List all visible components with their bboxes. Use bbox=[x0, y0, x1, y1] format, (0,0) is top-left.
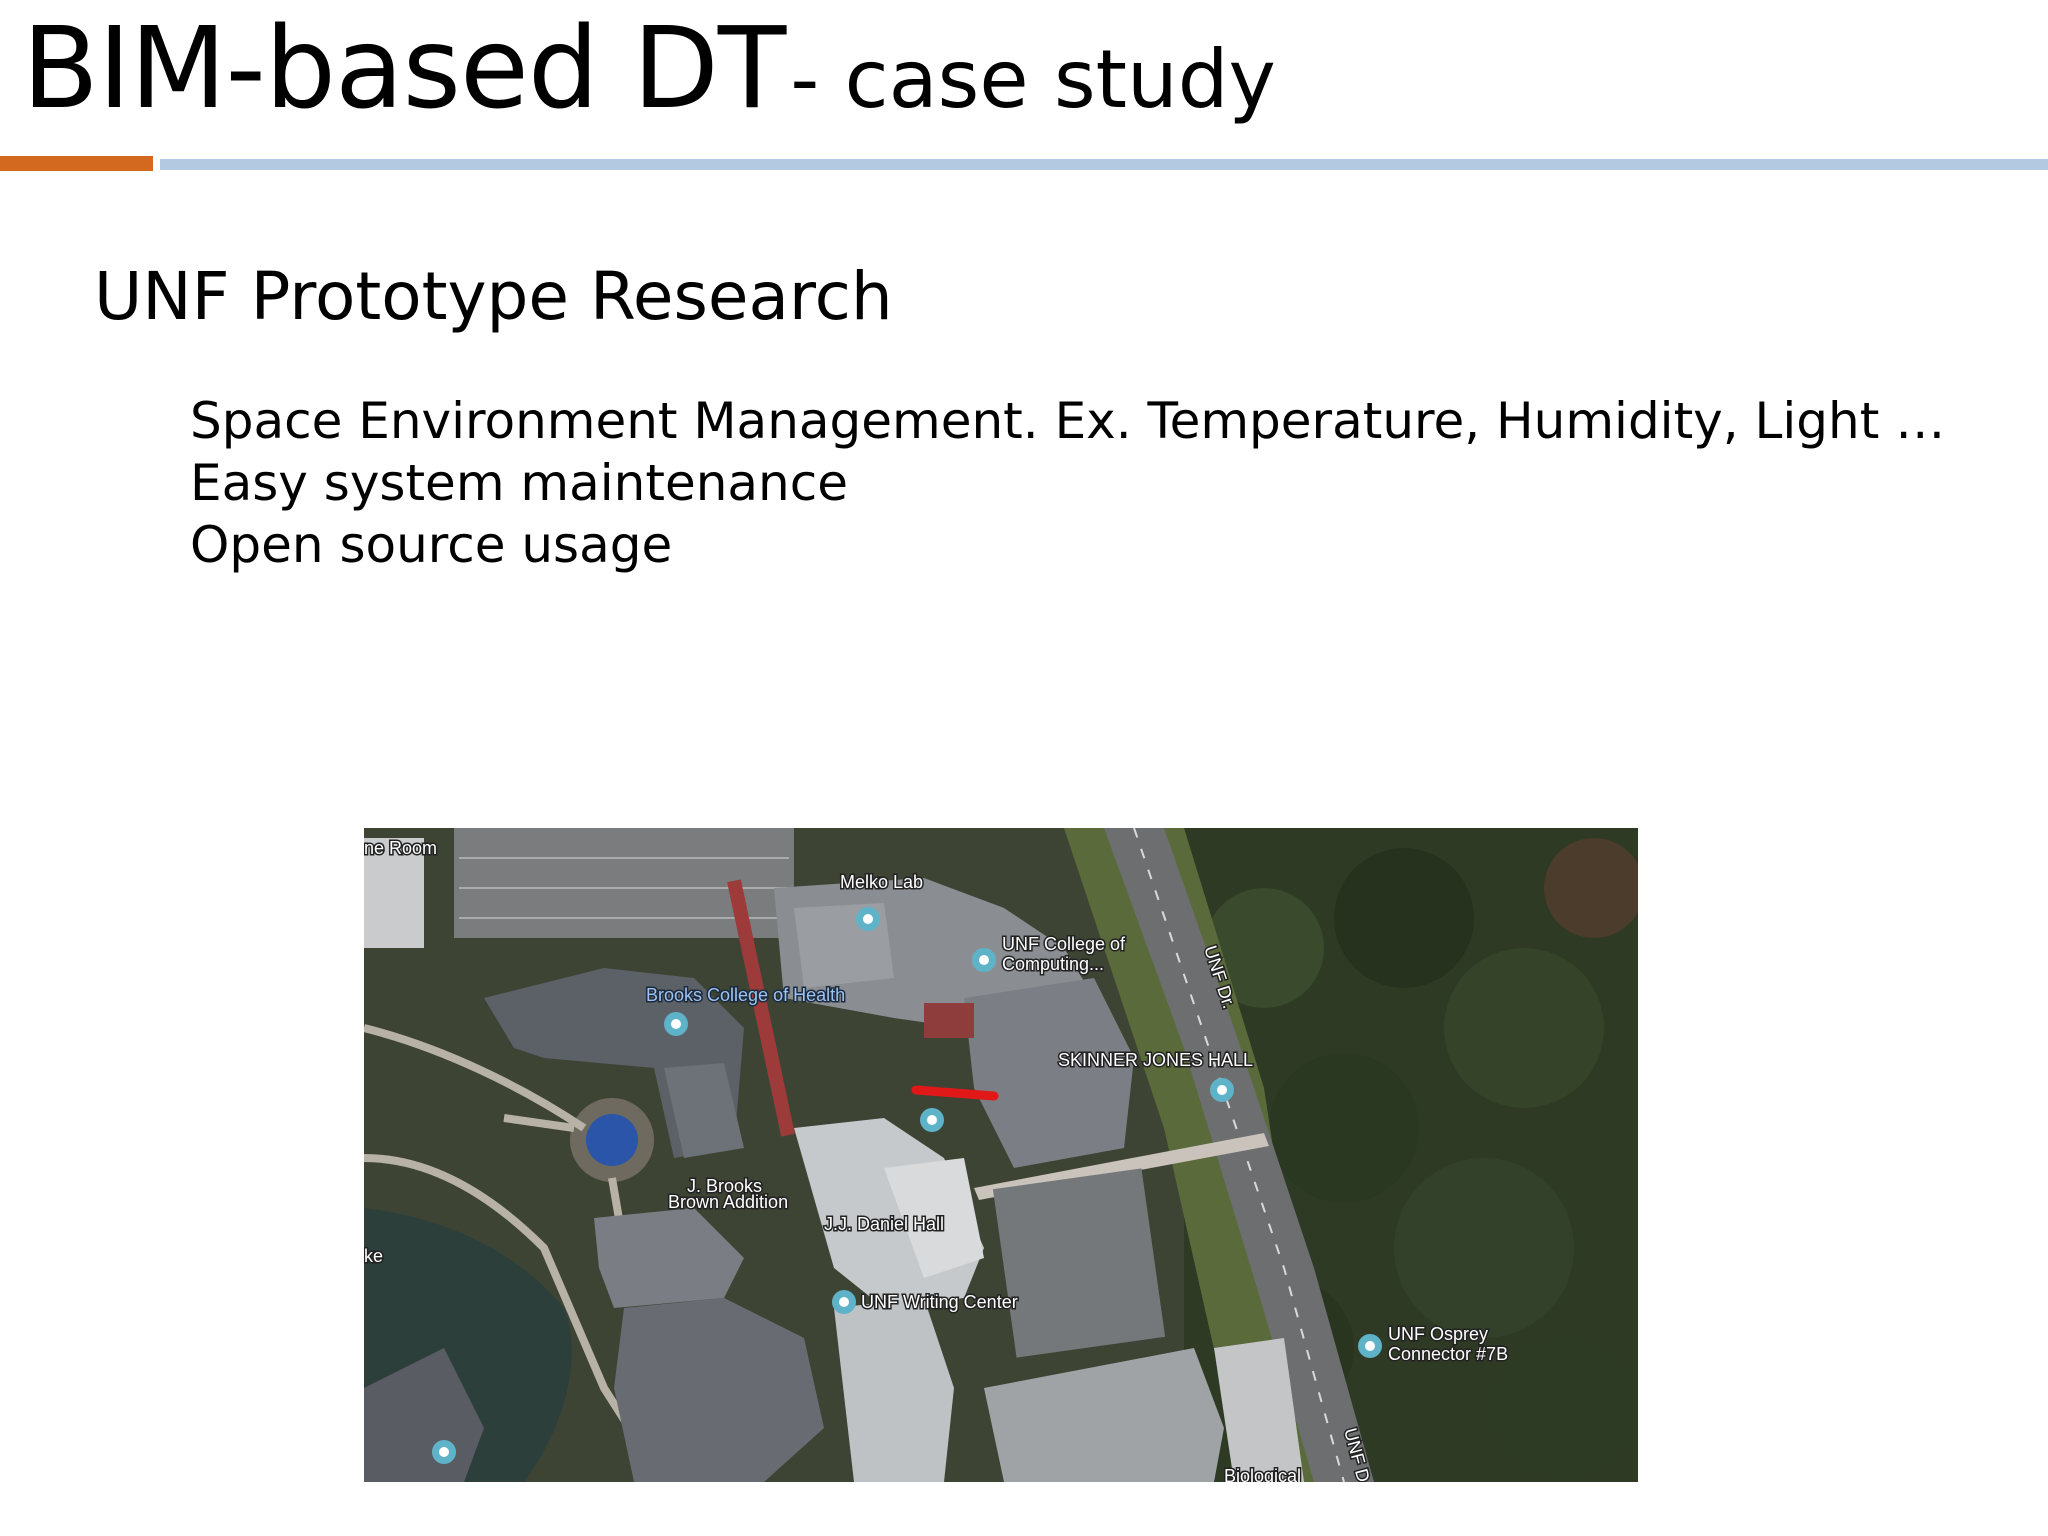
bullet-item: Space Environment Management. Ex. Temper… bbox=[190, 392, 1946, 450]
tree-cluster bbox=[1269, 1053, 1419, 1203]
label-writing-center: UNF Writing Center bbox=[861, 1292, 1018, 1312]
label-jj-daniel: J.J. Daniel Hall bbox=[824, 1214, 944, 1234]
map-pin-icon bbox=[1358, 1334, 1382, 1358]
tree-cluster bbox=[1444, 948, 1604, 1108]
map-pin-icon bbox=[972, 948, 996, 972]
label-brooks-health: Brooks College of Health bbox=[646, 985, 845, 1005]
title-accent-rule bbox=[0, 156, 153, 171]
tree-cluster bbox=[1334, 848, 1474, 988]
tree-cluster bbox=[1394, 1158, 1574, 1338]
label-brooks-brown-line2: Brown Addition bbox=[668, 1192, 788, 1212]
map-pin-icon bbox=[856, 907, 880, 931]
map-pin-icon bbox=[920, 1108, 944, 1132]
label-skinner-jones: SKINNER JONES HALL bbox=[1058, 1050, 1253, 1070]
bullet-list: Space Environment Management. Ex. Temper… bbox=[190, 390, 1945, 576]
fountain-pool bbox=[586, 1114, 638, 1166]
label-biological-fragment: Biological bbox=[1224, 1466, 1301, 1482]
slide-title: BIM-based DT - case study bbox=[22, 7, 1276, 131]
skinner-jones-highlight bbox=[911, 1085, 999, 1101]
title-sub: - case study bbox=[790, 33, 1276, 126]
label-osprey-line2: Connector #7B bbox=[1388, 1344, 1508, 1364]
label-melko-lab: Melko Lab bbox=[840, 872, 923, 892]
label-computing-line2: Computing... bbox=[1002, 954, 1104, 974]
title-main: BIM-based DT bbox=[22, 4, 786, 134]
map-pin-icon bbox=[832, 1290, 856, 1314]
label-room-fragment: ne Room bbox=[364, 838, 437, 858]
section-heading: UNF Prototype Research bbox=[94, 258, 893, 335]
map-pin-icon bbox=[432, 1440, 456, 1464]
label-lake-fragment: ke bbox=[364, 1246, 383, 1266]
campus-satellite-map: ne Room Melko Lab UNF College of Computi… bbox=[364, 828, 1638, 1482]
label-osprey-line1: UNF Osprey bbox=[1388, 1324, 1488, 1344]
tree-cluster bbox=[1494, 1338, 1634, 1478]
label-computing-line1: UNF College of bbox=[1002, 934, 1126, 954]
parking-lot bbox=[992, 1168, 1166, 1358]
bullet-item: Open source usage bbox=[190, 516, 673, 574]
red-patio bbox=[924, 1003, 974, 1038]
bullet-item: Easy system maintenance bbox=[190, 454, 848, 512]
title-divider-rule bbox=[160, 159, 2048, 170]
map-pin-icon bbox=[664, 1012, 688, 1036]
map-pin-icon bbox=[1210, 1078, 1234, 1102]
map-graphic: ne Room Melko Lab UNF College of Computi… bbox=[364, 828, 1638, 1482]
